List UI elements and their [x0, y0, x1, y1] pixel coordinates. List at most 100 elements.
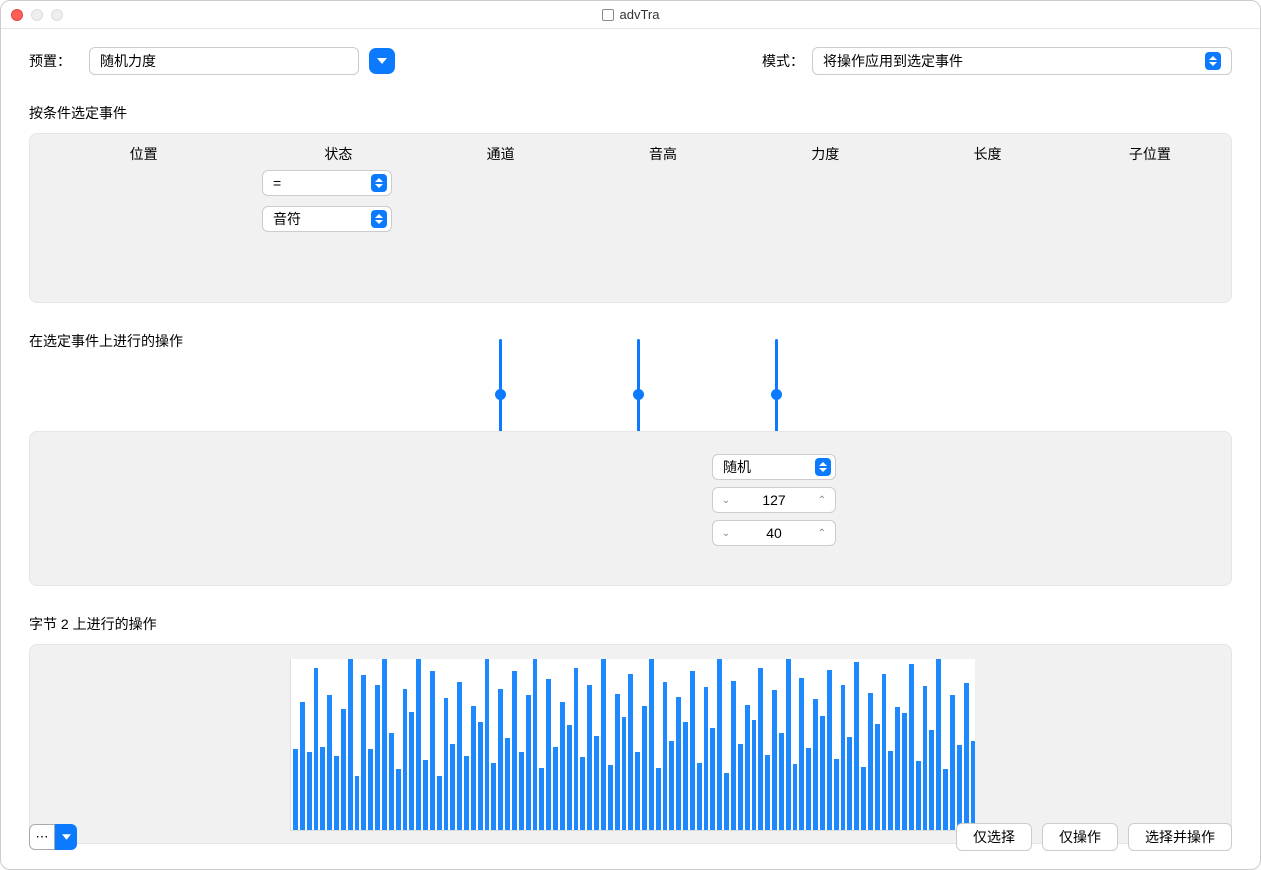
chart-bar	[608, 765, 613, 830]
col-subposition: 子位置	[1069, 144, 1231, 164]
select-and-operate-button[interactable]: 选择并操作	[1128, 823, 1232, 851]
chart-bar	[964, 683, 969, 830]
more-button[interactable]: ⋯	[29, 824, 55, 850]
chart-bar	[368, 749, 373, 830]
status-operator-value: =	[273, 175, 281, 191]
chevron-down-icon[interactable]: ⌄	[713, 488, 739, 512]
slider-knob-icon	[495, 389, 506, 400]
chart-bar	[519, 752, 524, 830]
status-type-value: 音符	[273, 209, 301, 229]
chart-bar	[710, 728, 715, 830]
chart-bar	[314, 668, 319, 830]
chart-bar	[320, 747, 325, 830]
col-velocity: 力度	[744, 144, 906, 164]
maximize-icon[interactable]	[51, 9, 63, 21]
chevron-up-icon[interactable]: ⌃	[809, 488, 835, 512]
chart-bar	[635, 752, 640, 830]
content-area: 预置： 模式： 将操作应用到选定事件 按条件选定事件 位置 状态 通道 音高 力…	[1, 29, 1260, 862]
slider-pitch[interactable]	[637, 339, 640, 433]
chart-bar	[656, 768, 661, 830]
updown-icon	[371, 210, 387, 228]
more-dropdown[interactable]	[55, 824, 77, 850]
status-operator-select[interactable]: =	[262, 170, 392, 196]
chart-bar	[971, 741, 976, 830]
chart-bar	[423, 760, 428, 830]
slider-knob-icon	[633, 389, 644, 400]
chart-bar	[895, 707, 900, 830]
mode-value: 将操作应用到选定事件	[823, 51, 963, 71]
mode-select[interactable]: 将操作应用到选定事件	[812, 47, 1232, 75]
window-title-wrap: advTra	[1, 7, 1260, 22]
chart-bar	[758, 668, 763, 830]
select-only-button[interactable]: 仅选择	[956, 823, 1032, 851]
chart-bar	[341, 709, 346, 830]
window-controls	[11, 9, 63, 21]
chart-bar	[936, 659, 941, 830]
chart-bar	[382, 659, 387, 830]
chevron-down-icon[interactable]: ⌄	[713, 521, 739, 545]
status-type-select[interactable]: 音符	[262, 206, 392, 232]
chart-bar	[717, 659, 722, 830]
chart-bar	[416, 659, 421, 830]
chart-bar	[779, 733, 784, 830]
velocity-mode-select[interactable]: 随机	[712, 454, 836, 480]
minimize-icon[interactable]	[31, 9, 43, 21]
chart-bar	[375, 685, 380, 830]
chart-bar	[834, 759, 839, 830]
chart-bar	[327, 695, 332, 830]
chart-bar	[553, 747, 558, 830]
chart-bar	[690, 671, 695, 830]
velocity-controls: 随机 ⌄ 127 ⌃ ⌄ 40 ⌃	[712, 454, 836, 546]
velocity-mode-value: 随机	[723, 457, 751, 477]
chart-bar	[471, 706, 476, 830]
close-icon[interactable]	[11, 9, 23, 21]
chart-bar	[437, 776, 442, 830]
preset-dropdown-button[interactable]	[369, 48, 395, 74]
chart-bar	[642, 706, 647, 830]
byte2-section-title: 字节 2 上进行的操作	[29, 614, 1232, 634]
velocity-chart	[290, 659, 975, 831]
chevron-down-icon	[62, 834, 71, 840]
chart-bar	[300, 702, 305, 830]
chart-bar	[587, 685, 592, 830]
chart-bar	[697, 763, 702, 830]
chart-bar	[478, 722, 483, 830]
condition-headers: 位置 状态 通道 音高 力度 长度 子位置	[30, 134, 1231, 164]
chart-bar	[765, 755, 770, 830]
byte2-panel	[29, 644, 1232, 844]
updown-icon	[1205, 52, 1221, 70]
chart-bar	[868, 693, 873, 830]
condition-section-title: 按条件选定事件	[29, 103, 1232, 123]
slider-row	[29, 361, 1232, 431]
preset-input[interactable]	[89, 47, 359, 75]
chart-bar	[464, 756, 469, 830]
chart-bar	[539, 768, 544, 830]
slider-velocity[interactable]	[775, 339, 778, 433]
chart-bar	[594, 736, 599, 830]
col-length: 长度	[906, 144, 1068, 164]
slider-channel[interactable]	[499, 339, 502, 433]
chart-bar	[533, 659, 538, 830]
chart-bar	[355, 776, 360, 830]
chevron-up-icon[interactable]: ⌃	[809, 521, 835, 545]
chart-bar	[512, 671, 517, 830]
chart-bar	[902, 713, 907, 830]
footer-menu: ⋯	[29, 824, 77, 850]
chart-bar	[560, 702, 565, 830]
chevron-down-icon	[377, 58, 387, 64]
chart-bar	[704, 687, 709, 830]
chart-bar	[450, 744, 455, 830]
titlebar: advTra	[1, 1, 1260, 29]
chart-bar	[389, 733, 394, 830]
chart-bar	[752, 720, 757, 830]
chart-bar	[505, 738, 510, 830]
velocity-upper-stepper[interactable]: ⌄ 127 ⌃	[712, 487, 836, 513]
chart-bar	[916, 761, 921, 830]
velocity-lower-stepper[interactable]: ⌄ 40 ⌃	[712, 520, 836, 546]
status-selects: = 音符	[262, 170, 1231, 232]
operate-only-button[interactable]: 仅操作	[1042, 823, 1118, 851]
app-window: advTra 预置： 模式： 将操作应用到选定事件 按条件选定事件 位置 状态 …	[0, 0, 1261, 870]
col-pitch: 音高	[582, 144, 744, 164]
chart-bar	[875, 724, 880, 830]
preset-label: 预置：	[29, 51, 89, 71]
